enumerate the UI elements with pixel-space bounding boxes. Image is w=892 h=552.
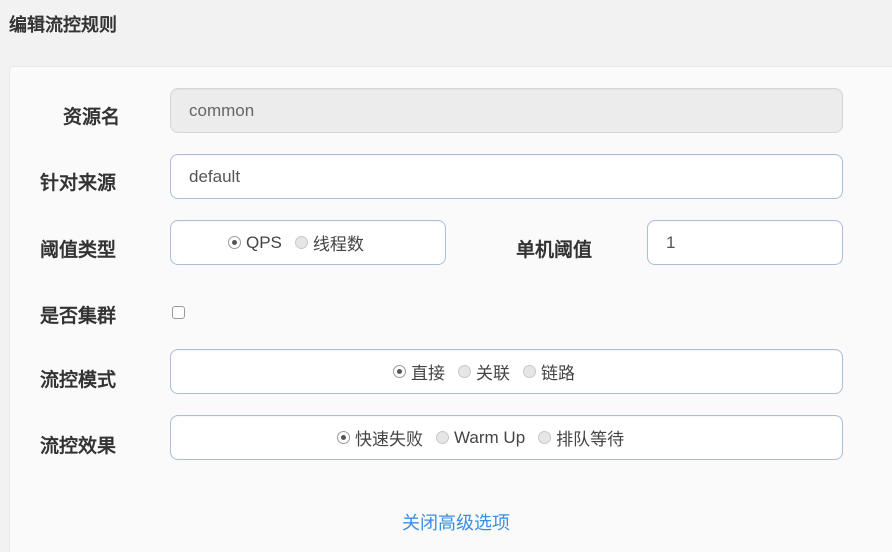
limit-app-label: 针对来源 — [40, 173, 117, 194]
behavior-option-fast-fail[interactable]: 快速失败 — [337, 425, 423, 450]
strategy-option-chain-label: 链路 — [541, 364, 575, 383]
radio-unchecked-icon — [436, 431, 449, 444]
resource-value: common — [189, 100, 255, 120]
behavior-option-queue-label: 排队等待 — [556, 430, 625, 449]
dialog-title: 编辑流控规则 — [9, 15, 117, 35]
grade-radio-group: QPS 线程数 — [170, 220, 446, 265]
grade-option-thread[interactable]: 线程数 — [294, 230, 364, 255]
limit-app-value: default — [189, 166, 241, 186]
strategy-label: 流控模式 — [40, 370, 117, 391]
strategy-option-chain[interactable]: 链路 — [523, 359, 575, 384]
grade-option-qps[interactable]: QPS — [228, 233, 282, 253]
control-behavior-label: 流控效果 — [40, 436, 117, 457]
radio-checked-icon — [337, 431, 350, 444]
strategy-option-relate-label: 关联 — [476, 364, 510, 383]
behavior-option-warm-up[interactable]: Warm Up — [436, 428, 525, 448]
control-behavior-radio-group: 快速失败 Warm Up 排队等待 — [170, 415, 843, 460]
resource-input: common — [170, 88, 843, 133]
resource-label: 资源名 — [63, 107, 121, 128]
behavior-option-warm-up-label: Warm Up — [454, 427, 526, 447]
strategy-radio-group: 直接 关联 链路 — [170, 349, 843, 394]
grade-label: 阈值类型 — [40, 240, 117, 261]
radio-unchecked-icon — [523, 365, 536, 378]
cluster-label: 是否集群 — [40, 306, 117, 327]
radio-unchecked-icon — [538, 431, 552, 444]
count-label: 单机阈值 — [516, 240, 593, 261]
radio-checked-icon — [228, 236, 241, 249]
behavior-option-queue[interactable]: 排队等待 — [538, 425, 624, 450]
limit-app-input[interactable]: default — [170, 154, 843, 199]
strategy-option-relate[interactable]: 关联 — [458, 359, 510, 384]
grade-option-thread-label: 线程数 — [312, 235, 364, 254]
dialog-header: 编辑流控规则 — [0, 0, 892, 66]
radio-unchecked-icon — [458, 365, 471, 378]
dialog-body: 资源名 common 针对来源 default 阈值类型 QPS 线程数 单机阈… — [9, 66, 892, 552]
behavior-option-fast-fail-label: 快速失败 — [355, 430, 423, 449]
count-input[interactable]: 1 — [647, 220, 843, 265]
strategy-option-direct-label: 直接 — [411, 364, 445, 383]
strategy-option-direct[interactable]: 直接 — [393, 359, 445, 384]
grade-option-qps-label: QPS — [246, 232, 282, 252]
radio-checked-icon — [393, 365, 406, 378]
close-advanced-options-link[interactable]: 关闭高级选项 — [402, 509, 510, 535]
cluster-checkbox[interactable] — [172, 306, 185, 319]
radio-unchecked-icon — [294, 236, 308, 249]
count-value: 1 — [666, 232, 676, 252]
